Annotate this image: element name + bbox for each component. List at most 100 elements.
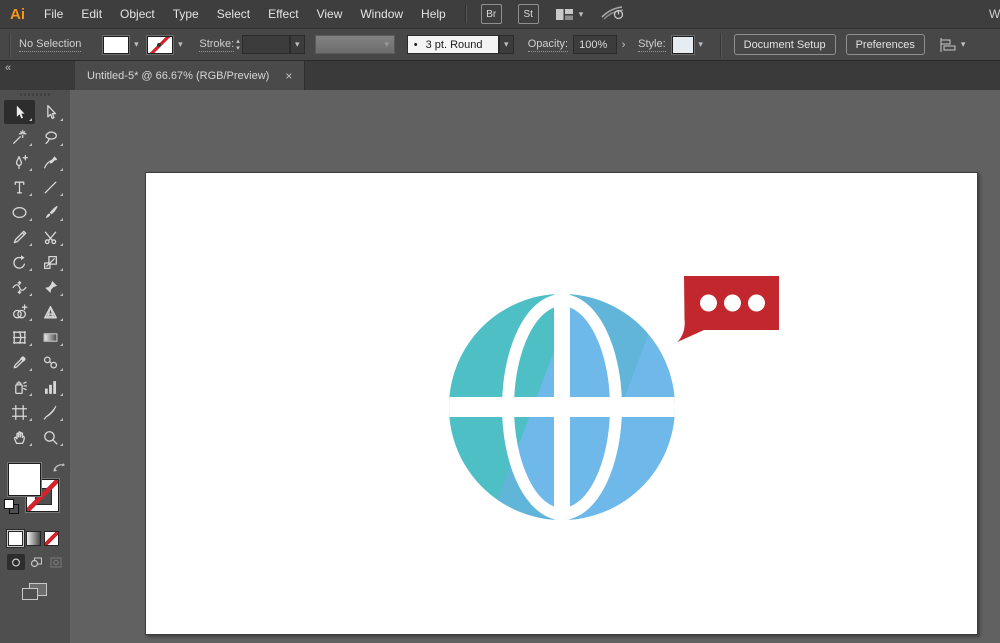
eyedropper-tool[interactable]: [4, 350, 35, 374]
fill-color-dropdown[interactable]: ▾: [129, 39, 143, 50]
selection-tool[interactable]: [4, 100, 35, 124]
fill-color-swatch[interactable]: [103, 35, 130, 54]
menu-item-select[interactable]: Select: [208, 7, 259, 21]
stroke-color-swatch[interactable]: [147, 35, 174, 54]
brush-definition-field[interactable]: • 3 pt. Round: [406, 35, 499, 54]
stroke-label[interactable]: Stroke:: [199, 38, 235, 52]
magic-wand-tool-icon: [13, 129, 27, 144]
control-divider: [9, 32, 11, 57]
pencil-tool[interactable]: [4, 225, 35, 249]
drawing-mode-buttons: [0, 554, 70, 570]
ellipse-tool[interactable]: [4, 200, 35, 224]
collapse-panels-icon[interactable]: «: [5, 62, 11, 74]
gradient-tool-icon: [43, 332, 58, 342]
document-tab[interactable]: Untitled-5* @ 66.67% (RGB/Preview) ×: [75, 61, 306, 90]
cc-sync-icon[interactable]: [601, 4, 625, 24]
control-bar: No Selection ▾ ▾ Stroke: ▴ ▾ ▾ ▾ • 3 pt.…: [0, 28, 1000, 61]
bridge-button[interactable]: Br: [480, 4, 502, 24]
pen-tool[interactable]: [4, 150, 35, 174]
pen-tool-icon: [15, 154, 28, 169]
column-graph-tool[interactable]: [35, 375, 66, 399]
arrange-documents-button[interactable]: ▾: [555, 8, 583, 21]
free-transform-tool[interactable]: [35, 275, 66, 299]
stroke-weight-dropdown[interactable]: ▾: [289, 35, 305, 54]
symbol-sprayer-tool[interactable]: [4, 375, 35, 399]
preferences-button[interactable]: Preferences: [845, 34, 925, 55]
curvature-tool-icon: [44, 155, 57, 168]
eyedropper-tool-icon: [13, 355, 26, 368]
globe-chat-logo[interactable]: [446, 268, 786, 528]
panel-drag-handle[interactable]: [20, 93, 50, 96]
gradient-button[interactable]: [26, 531, 41, 546]
color-button[interactable]: [8, 531, 23, 546]
type-tool[interactable]: [4, 175, 35, 199]
tab-close-icon[interactable]: ×: [285, 69, 292, 83]
shape-builder-tool-icon: [13, 303, 28, 318]
menubar-divider: [464, 5, 467, 23]
mesh-tool-icon: [13, 330, 26, 344]
line-segment-tool[interactable]: [35, 175, 66, 199]
style-swatch[interactable]: [671, 35, 694, 54]
blend-tool-icon: [43, 355, 58, 369]
arrange-documents-icon: [555, 8, 573, 20]
lasso-tool[interactable]: [35, 125, 66, 149]
stepper-up-icon[interactable]: ▴: [236, 38, 240, 45]
document-setup-button[interactable]: Document Setup: [733, 34, 836, 55]
opacity-expand-arrow[interactable]: ›: [617, 39, 630, 51]
hand-tool[interactable]: [4, 425, 35, 449]
stroke-color-dropdown[interactable]: ▾: [173, 39, 187, 50]
swap-fill-stroke-icon[interactable]: [52, 461, 66, 479]
width-tool[interactable]: [4, 275, 35, 299]
menu-item-file[interactable]: File: [35, 7, 72, 21]
stock-button[interactable]: St: [517, 4, 539, 24]
scissors-tool[interactable]: [35, 225, 66, 249]
slice-tool[interactable]: [35, 400, 66, 424]
brush-definition-dropdown[interactable]: ▾: [498, 35, 514, 54]
none-button[interactable]: [44, 531, 59, 546]
change-screen-mode-button[interactable]: [22, 582, 48, 602]
menu-item-view[interactable]: View: [308, 7, 352, 21]
menu-item-window[interactable]: Window: [351, 7, 412, 21]
stroke-weight-stepper[interactable]: ▴ ▾: [236, 38, 240, 52]
draw-normal-button[interactable]: [7, 554, 25, 570]
style-dropdown[interactable]: ▾: [694, 39, 708, 50]
bullet-icon: •: [413, 38, 418, 51]
zoom-tool-icon: [44, 430, 58, 445]
slice-tool-icon: [43, 405, 57, 420]
direct-selection-tool[interactable]: [35, 100, 66, 124]
artboard[interactable]: [145, 172, 978, 635]
scale-tool[interactable]: [35, 250, 66, 274]
paintbrush-tool-icon: [45, 205, 58, 218]
menu-item-type[interactable]: Type: [164, 7, 208, 21]
selection-status[interactable]: No Selection: [19, 38, 82, 52]
opacity-label[interactable]: Opacity:: [527, 38, 569, 52]
canvas-pasteboard[interactable]: [70, 90, 1000, 643]
symbol-sprayer-tool-icon: [15, 380, 28, 394]
rotate-tool[interactable]: [4, 250, 35, 274]
fill-swatch[interactable]: [8, 463, 41, 496]
shape-builder-tool[interactable]: [4, 300, 35, 324]
menu-item-edit[interactable]: Edit: [72, 7, 111, 21]
opacity-field[interactable]: 100%: [573, 35, 618, 54]
blend-tool[interactable]: [35, 350, 66, 374]
style-label[interactable]: Style:: [638, 38, 666, 52]
magic-wand-tool[interactable]: [4, 125, 35, 149]
app-logo-icon[interactable]: Ai: [10, 6, 25, 23]
mesh-tool[interactable]: [4, 325, 35, 349]
align-options-button[interactable]: ▾: [939, 37, 965, 52]
curvature-tool[interactable]: [35, 150, 66, 174]
artboard-tool[interactable]: [4, 400, 35, 424]
paintbrush-tool[interactable]: [35, 200, 66, 224]
stepper-down-icon[interactable]: ▾: [236, 45, 240, 52]
menu-item-effect[interactable]: Effect: [259, 7, 307, 21]
bubble-dot: [724, 294, 741, 312]
align-icon: [940, 37, 956, 52]
zoom-tool[interactable]: [35, 425, 66, 449]
stroke-weight-field[interactable]: [241, 35, 290, 54]
menu-item-help[interactable]: Help: [412, 7, 455, 21]
menu-item-object[interactable]: Object: [111, 7, 164, 21]
draw-behind-button[interactable]: [27, 554, 45, 570]
gradient-tool[interactable]: [35, 325, 66, 349]
perspective-grid-tool[interactable]: [35, 300, 66, 324]
bubble-dot: [700, 294, 717, 312]
